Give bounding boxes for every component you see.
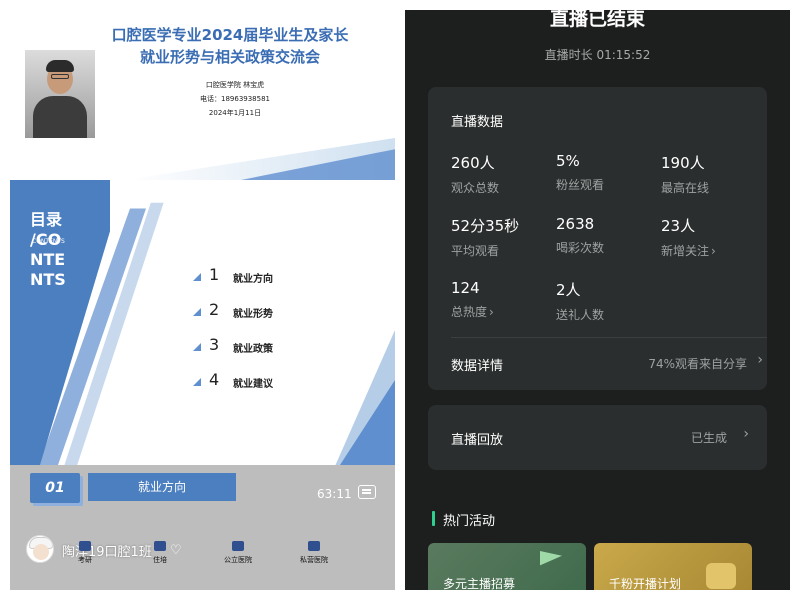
avatar[interactable] [26,535,54,563]
slide-nav-label: 考研 [78,556,92,564]
slide-nav-label: 公立医院 [224,556,252,564]
document-icon [154,541,166,551]
stat-label[interactable]: 总热度 › [451,303,556,320]
page-title: 直播已结束 [549,10,645,30]
data-details-value: 74%观看来自分享 [648,357,747,371]
toc-title: 目录 /CO NTE NTS [30,210,66,289]
toc-item-label: 就业方向 [233,274,273,285]
slide-nav-item: 住培 [130,541,190,565]
toc-item-label: 就业形势 [233,309,273,320]
stat-label: 喝彩次数 [556,241,605,255]
comment-icon[interactable] [358,485,376,499]
toc-item-number: 2 [209,300,220,319]
slide-phone: 电话：18963938581 [200,95,270,103]
section-slide: 01 就业方向 63:11 陶洋19口腔1班 ♡ 考研 住培 公立医院 私营医院 [10,465,395,590]
toc-item-label: 就业建议 [233,379,273,390]
stat-value: 260人 [451,154,495,172]
stat-gift-senders: 2人 送礼人数 [556,279,661,323]
activity-label: 多元主播招募 [443,577,516,590]
live-stats-card: 直播数据 260人 观众总数 5% 粉丝观看 190人 最高在线 52分35秒 … [428,87,767,390]
slide-date: 2024年1月11日 [208,109,262,117]
avatar-sheep-face [33,544,49,560]
live-duration: 直播时长 01:15:52 [544,48,651,62]
gear-icon [308,541,320,551]
section-label-box: 就业方向 [88,473,236,501]
slide-title-line2: 就业形势与相关政策交流会 [139,48,320,66]
stat-value: 2638 [556,215,595,233]
stat-value: 5% [556,152,580,170]
stat-avg-watch: 52分35秒 平均观看 [451,215,556,259]
chevron-right-icon: › [711,244,716,258]
flag-icon [540,551,562,566]
stat-value: 52分35秒 [451,217,520,235]
slide-title-line1: 口腔医学专业2024届毕业生及家长 [111,26,349,44]
live-duration-timer: 63:11 [317,487,352,501]
stat-total-viewers: 260人 观众总数 [451,152,556,196]
activity-card-fan-plan[interactable]: 千粉开播计划 [594,543,752,590]
stats-title: 直播数据 [451,115,504,130]
stat-total-heat[interactable]: 124 总热度 › [451,279,556,320]
stat-cheers: 2638 喝彩次数 [556,215,661,256]
live-summary-panel: 直播已结束 直播时长 01:15:52 直播数据 260人 观众总数 5% 粉丝… [405,10,790,590]
section-label: 就业方向 [137,480,186,494]
toc-item-number: 4 [209,370,220,389]
speaker-glasses [51,74,69,79]
toc-subtitle: CONTENTS [32,238,65,245]
slide-contents: 目录 /CO NTE NTS CONTENTS 1 就业方向 2 就业形势 3 … [10,180,395,465]
speaker-camera-feed [25,50,95,138]
data-details-label: 数据详情 [451,359,504,374]
triangle-bullet-icon [193,273,201,281]
live-video-panel[interactable]: 口腔医学专业2024届毕业生及家长 就业形势与相关政策交流会 口腔医学院 林宝虎… [10,10,395,590]
slide-nav-label: 住培 [153,556,167,564]
stat-label-text: 新增关注 [661,244,710,258]
speaker-body [33,96,87,138]
stat-value: 124 [451,279,480,297]
toc-item-number: 3 [209,335,220,354]
stat-label[interactable]: 新增关注 › [661,242,766,259]
replay-label: 直播回放 [451,433,504,448]
butterfly-icon [706,563,736,589]
speaker-hair [46,60,74,72]
hot-activities-title: 热门活动 [443,514,496,529]
stat-label: 最高在线 [661,181,710,195]
toc-item-number: 1 [209,265,220,284]
live-replay-row[interactable]: 直播回放 已生成 › [428,405,767,470]
stat-fan-ratio: 5% 粉丝观看 [556,152,661,193]
stat-value: 2人 [556,281,581,299]
toc-item-label: 就业政策 [233,344,273,355]
stat-label: 观众总数 [451,181,500,195]
section-accent-bar [432,511,435,526]
stat-label: 送礼人数 [556,308,605,322]
activity-label: 千粉开播计划 [609,577,682,590]
grad-cap-icon [79,541,91,551]
folder-icon [232,541,244,551]
chevron-right-icon: › [489,305,494,319]
section-number: 01 [45,480,65,496]
stat-peak-online: 190人 最高在线 [661,152,766,196]
slide-nav-label: 私营医院 [300,556,328,564]
replay-status: 已生成 [690,431,727,445]
slide-nav-item: 私营医院 [284,541,344,565]
triangle-bullet-icon [193,308,201,316]
stat-value: 190人 [661,154,705,172]
slide-nav-item: 公立医院 [208,541,268,565]
slide-presenter: 口腔医学院 林宝虎 [205,81,265,89]
triangle-bullet-icon [193,378,201,386]
activity-card-anchor-recruit[interactable]: 多元主播招募 [428,543,586,590]
chevron-right-icon: › [757,352,763,368]
stat-label: 粉丝观看 [556,178,605,192]
slide-nav-item: 考研 [55,541,115,565]
section-number-box: 01 [30,473,80,503]
chevron-right-icon: › [743,426,749,442]
stat-label-text: 总热度 [451,305,488,319]
stat-new-followers[interactable]: 23人 新增关注 › [661,215,766,259]
triangle-bullet-icon [193,343,201,351]
slide-header: 口腔医学专业2024届毕业生及家长 就业形势与相关政策交流会 口腔医学院 林宝虎… [10,10,395,180]
data-details-row[interactable]: 数据详情 74%观看来自分享 › [451,338,767,390]
stat-label: 平均观看 [451,244,500,258]
stat-value: 23人 [661,217,696,235]
